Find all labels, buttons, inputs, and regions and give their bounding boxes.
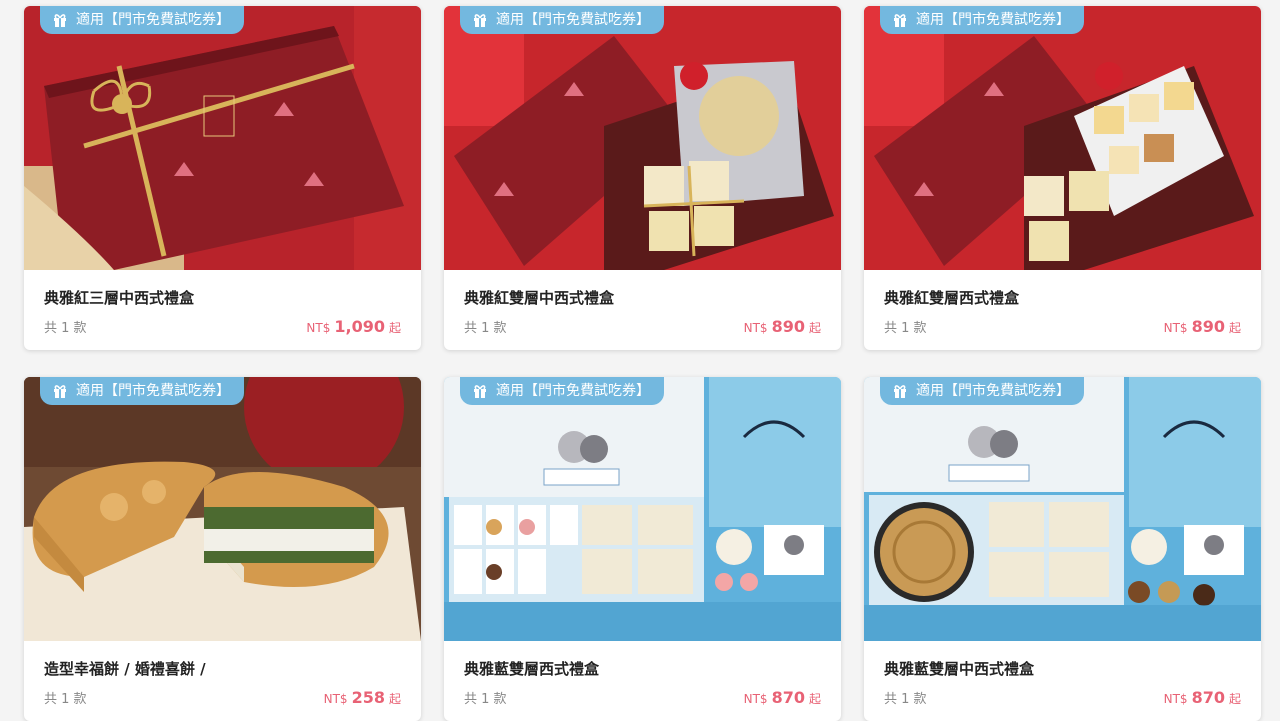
price-currency: NT$	[306, 321, 331, 335]
price-amount: 258	[351, 688, 385, 707]
trial-voucher-badge: 適用【門市免費試吃券】	[460, 6, 664, 34]
product-price: NT$ 1,090 起	[306, 317, 401, 336]
trial-voucher-badge: 適用【門市免費試吃券】	[460, 377, 664, 405]
product-name[interactable]: 典雅藍雙層西式禮盒	[464, 658, 821, 680]
price-amount: 890	[1191, 317, 1225, 336]
variant-count: 共 1 款	[884, 692, 927, 707]
price-suffix: 起	[808, 321, 821, 335]
price-amount: 890	[771, 317, 805, 336]
product-card[interactable]: 適用【門市免費試吃券】 造型幸福餅 / 婚禮喜餅 / 共 1 款 NT$ 258 起	[24, 377, 421, 721]
product-card[interactable]: 適用【門市免費試吃券】 典雅藍雙層中西式禮盒 共 1 款 NT$ 870 起	[864, 377, 1261, 721]
product-price: NT$ 258 起	[324, 688, 401, 707]
product-card[interactable]: 適用【門市免費試吃券】 典雅紅雙層中西式禮盒 共 1 款 NT$ 890 起	[444, 6, 841, 350]
price-suffix: 起	[1228, 692, 1241, 706]
variant-count: 共 1 款	[884, 321, 927, 336]
gift-icon	[474, 14, 486, 27]
trial-voucher-badge: 適用【門市免費試吃券】	[880, 377, 1084, 405]
product-card[interactable]: 適用【門市免費試吃券】 典雅紅雙層西式禮盒 共 1 款 NT$ 890 起	[864, 6, 1261, 350]
product-image[interactable]: 適用【門市免費試吃券】	[864, 377, 1261, 641]
product-image[interactable]: 適用【門市免費試吃券】	[864, 6, 1261, 270]
product-grid: 適用【門市免費試吃券】 典雅紅三層中西式禮盒 共 1 款 NT$1,090起	[24, 6, 1261, 721]
product-image[interactable]: 適用【門市免費試吃券】	[444, 6, 841, 270]
badge-label: 適用【門市免費試吃券】	[76, 12, 230, 28]
badge-label: 適用【門市免費試吃券】	[916, 12, 1070, 28]
variant-count: 共 1 款	[44, 321, 87, 336]
price-amount: 870	[771, 688, 805, 707]
price-amount: 1,090	[334, 317, 385, 336]
price-suffix: 起	[388, 692, 401, 706]
gift-icon	[894, 385, 906, 398]
product-card[interactable]: 適用【門市免費試吃券】 典雅藍雙層西式禮盒 共 1 款 NT$ 870 起	[444, 377, 841, 721]
variant-count: 共 1 款	[464, 321, 507, 336]
trial-voucher-badge: 適用【門市免費試吃券】	[880, 6, 1084, 34]
product-name[interactable]: 典雅紅雙層西式禮盒	[884, 287, 1241, 309]
price-currency: NT$	[1163, 321, 1188, 335]
trial-voucher-badge: 適用【門市免費試吃券】	[40, 377, 244, 405]
variant-count: 共 1 款	[464, 692, 507, 707]
gift-icon	[54, 14, 66, 27]
gift-icon	[54, 385, 66, 398]
product-image[interactable]: 適用【門市免費試吃券】	[24, 377, 421, 641]
product-image[interactable]: 適用【門市免費試吃券】	[24, 6, 421, 270]
badge-label: 適用【門市免費試吃券】	[496, 12, 650, 28]
product-name[interactable]: 典雅藍雙層中西式禮盒	[884, 658, 1241, 680]
product-name[interactable]: 典雅紅三層中西式禮盒	[44, 287, 401, 309]
product-price: NT$ 870 起	[1164, 688, 1241, 707]
price-suffix: 起	[1228, 321, 1241, 335]
product-image[interactable]: 適用【門市免費試吃券】	[444, 377, 841, 641]
product-price: NT$ 890 起	[744, 317, 821, 336]
price-currency: NT$	[323, 692, 348, 706]
price-currency: NT$	[743, 321, 768, 335]
product-price: NT$ 870 起	[744, 688, 821, 707]
price-amount: 870	[1191, 688, 1225, 707]
price-currency: NT$	[743, 692, 768, 706]
product-card[interactable]: 適用【門市免費試吃券】 典雅紅三層中西式禮盒 共 1 款 NT$ 1,090 起	[24, 6, 421, 350]
badge-label: 適用【門市免費試吃券】	[76, 383, 230, 399]
price-currency: NT$	[1163, 692, 1188, 706]
gift-icon	[894, 14, 906, 27]
product-name[interactable]: 典雅紅雙層中西式禮盒	[464, 287, 821, 309]
variant-count: 共 1 款	[44, 692, 87, 707]
trial-voucher-badge: 適用【門市免費試吃券】	[40, 6, 244, 34]
price-suffix: 起	[808, 692, 821, 706]
product-price: NT$ 890 起	[1164, 317, 1241, 336]
price-suffix: 起	[388, 321, 401, 335]
badge-label: 適用【門市免費試吃券】	[916, 383, 1070, 399]
badge-label: 適用【門市免費試吃券】	[496, 383, 650, 399]
product-name[interactable]: 造型幸福餅 / 婚禮喜餅 /	[44, 658, 401, 680]
gift-icon	[474, 385, 486, 398]
